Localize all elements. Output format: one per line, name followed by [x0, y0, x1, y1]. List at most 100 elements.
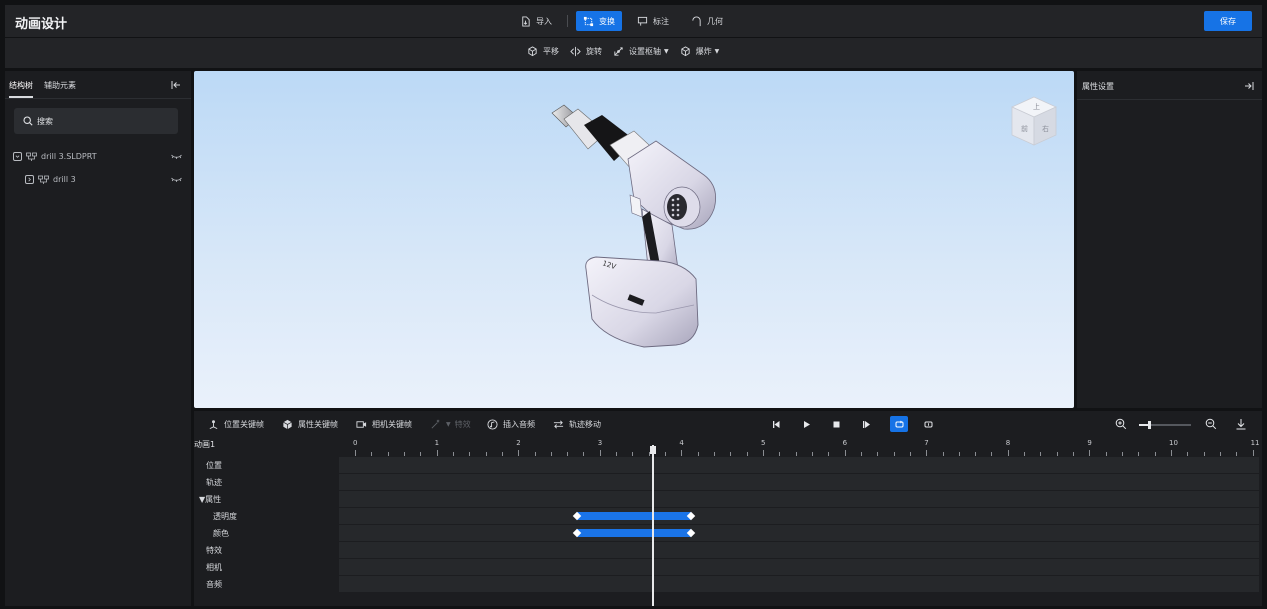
timeline-track[interactable]: [339, 457, 1259, 473]
keyframe-span[interactable]: [576, 512, 692, 520]
track-label[interactable]: 位置: [206, 460, 222, 471]
property-keyframe-button[interactable]: 属性关键帧: [282, 419, 338, 430]
ruler-tick: [942, 452, 944, 456]
track-move-icon: [553, 420, 564, 429]
loop-button[interactable]: [890, 416, 908, 432]
view-cube[interactable]: 上 前 右: [1006, 93, 1062, 149]
tab-helper-elements[interactable]: 辅助元素: [44, 80, 76, 91]
ruler-tick: [877, 452, 879, 456]
3d-viewport[interactable]: 12V 上 前 右: [194, 71, 1074, 408]
transform-subtoolbar: 平移 旋转 设置枢轴 ▼ 爆炸 ▼: [5, 38, 1262, 68]
timeline-track[interactable]: [339, 508, 1259, 524]
tree-node-drill[interactable]: drill 3: [5, 171, 191, 187]
ruler-tick: [403, 452, 405, 456]
ruler-tick: [420, 452, 422, 456]
drill-model[interactable]: 12V: [544, 99, 734, 369]
playhead[interactable]: [651, 445, 654, 606]
track-label[interactable]: 透明度: [213, 511, 237, 522]
ruler-tick: [371, 452, 373, 456]
timeline-track[interactable]: [339, 542, 1259, 558]
track-label[interactable]: ▼属性: [199, 494, 221, 505]
timeline-tracks[interactable]: 0 1 2 3 4 5 6 7 8 9 10 11: [339, 437, 1260, 606]
tab-structure-tree[interactable]: 结构树: [9, 80, 33, 91]
geometry-button[interactable]: 几何: [684, 11, 730, 31]
effect-button[interactable]: ▼ 特效: [430, 419, 471, 430]
download-icon[interactable]: [1235, 418, 1247, 430]
zoom-slider-handle[interactable]: [1148, 421, 1152, 429]
ruler-tick: [436, 450, 438, 456]
explode-dropdown[interactable]: 爆炸 ▼: [680, 46, 719, 57]
position-keyframe-button[interactable]: 位置关键帧: [208, 419, 264, 430]
timeline-track[interactable]: [339, 491, 1259, 507]
track-label[interactable]: 相机: [206, 562, 222, 573]
search-box[interactable]: [14, 108, 178, 134]
visibility-icon[interactable]: [171, 175, 182, 183]
track-label[interactable]: 轨迹: [206, 477, 222, 488]
timeline-track[interactable]: [339, 559, 1259, 575]
ruler-tick: [632, 452, 634, 456]
property-keyframe-icon: [283, 419, 292, 430]
timeline-track[interactable]: [339, 576, 1259, 592]
step-back-button[interactable]: [769, 417, 783, 431]
animation-name: 动画1: [194, 440, 216, 449]
ruler-tick: [452, 452, 454, 456]
collapse-node-icon[interactable]: [13, 151, 22, 161]
timeline-toolbar: 位置关键帧 属性关键帧 相机关键帧 ▼ 特效 插入音频 轨迹移动: [194, 411, 1262, 437]
ruler-tick: [1138, 452, 1140, 456]
expand-node-icon[interactable]: [25, 174, 34, 184]
button-label: 位置关键帧: [224, 420, 264, 429]
panel-tabs: 结构树 辅助元素: [5, 71, 191, 99]
translate-label: 平移: [543, 47, 559, 56]
assembly-icon: [26, 152, 37, 161]
tree-node-drill-sldprt[interactable]: drill 3.SLDPRT: [5, 148, 191, 164]
ruler-tick: [1040, 452, 1042, 456]
step-forward-button[interactable]: [859, 417, 873, 431]
track-move-button[interactable]: 轨迹移动: [553, 419, 601, 430]
time-ruler[interactable]: 0 1 2 3 4 5 6 7 8 9 10 11: [339, 437, 1260, 456]
search-input[interactable]: [37, 116, 157, 126]
ruler-tick: [958, 452, 960, 456]
annotate-icon: [637, 16, 648, 26]
ruler-tick: [681, 450, 683, 456]
ruler-tick: [1122, 452, 1124, 456]
ruler-number: 7: [924, 439, 929, 447]
timeline-track[interactable]: [339, 474, 1259, 490]
save-button[interactable]: 保存: [1204, 11, 1252, 31]
playhead-handle[interactable]: [649, 446, 656, 454]
zoom-slider[interactable]: [1139, 421, 1191, 429]
collapse-panel-icon[interactable]: [171, 80, 181, 90]
track-label[interactable]: 颜色: [213, 528, 229, 539]
visibility-icon[interactable]: [171, 152, 182, 160]
stop-button[interactable]: [829, 417, 843, 431]
insert-audio-button[interactable]: 插入音频: [487, 419, 535, 430]
ruler-tick: [1089, 450, 1091, 456]
track-label[interactable]: 音频: [206, 579, 222, 590]
pivot-icon: [614, 47, 623, 56]
ruler-tick: [697, 452, 699, 456]
keyframe-span[interactable]: [576, 529, 692, 537]
step-back-icon: [772, 420, 779, 428]
camera-keyframe-button[interactable]: 相机关键帧: [356, 419, 412, 430]
ruler-tick: [583, 452, 585, 456]
ruler-tick: [1236, 452, 1238, 456]
pivot-dropdown[interactable]: 设置枢轴 ▼: [613, 46, 669, 57]
import-button[interactable]: 导入: [513, 11, 559, 31]
button-label: 相机关键帧: [372, 420, 412, 429]
transform-tool-group: 平移 旋转 设置枢轴 ▼ 爆炸 ▼: [527, 46, 730, 57]
translate-button[interactable]: 平移: [527, 46, 559, 57]
track-label[interactable]: 特效: [206, 545, 222, 556]
ruler-tick: [1187, 452, 1189, 456]
rotate-button[interactable]: 旋转: [570, 46, 602, 57]
collapse-panel-icon[interactable]: [1244, 81, 1254, 91]
annotate-button[interactable]: 标注: [630, 11, 676, 31]
ruler-tick: [926, 450, 928, 456]
play-once-button[interactable]: [921, 417, 935, 431]
play-button[interactable]: [799, 417, 813, 431]
timeline-track[interactable]: [339, 525, 1259, 541]
active-tab-indicator: [9, 96, 33, 98]
zoom-out-icon[interactable]: [1205, 418, 1217, 430]
zoom-in-icon[interactable]: [1115, 418, 1127, 430]
ruler-tick: [730, 452, 732, 456]
transform-button[interactable]: 变换: [576, 11, 622, 31]
ruler-tick: [1024, 452, 1026, 456]
